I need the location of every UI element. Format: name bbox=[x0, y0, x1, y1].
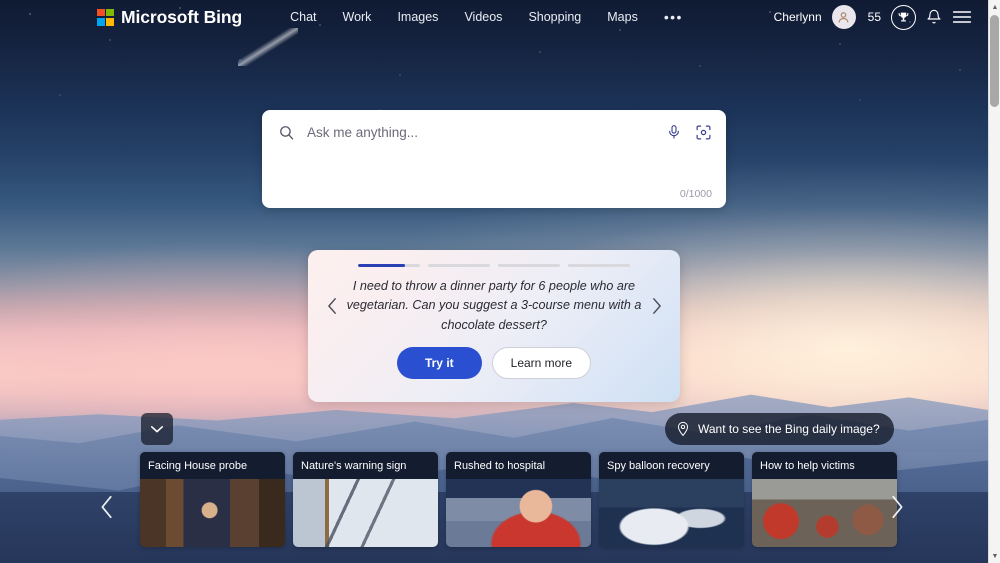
progress-segment-3[interactable] bbox=[498, 264, 560, 267]
suggestion-body: I need to throw a dinner party for 6 peo… bbox=[308, 267, 680, 345]
chevron-right-icon bbox=[892, 495, 903, 519]
hamburger-menu-icon bbox=[952, 11, 972, 23]
scroll-down-arrow-icon[interactable]: ▼ bbox=[989, 549, 1000, 563]
scrollbar-thumb[interactable] bbox=[990, 15, 999, 107]
avatar[interactable] bbox=[831, 5, 856, 29]
rewards-points-count: 55 bbox=[867, 10, 881, 24]
chevron-right-icon bbox=[652, 298, 661, 314]
top-navigation-bar: Microsoft Bing Chat Work Images Videos S… bbox=[0, 0, 988, 34]
news-card-title: Facing House probe bbox=[140, 452, 285, 479]
news-card[interactable]: Rushed to hospital bbox=[446, 452, 591, 547]
search-row bbox=[262, 110, 726, 154]
search-icon bbox=[278, 124, 295, 141]
news-card[interactable]: How to help victims bbox=[752, 452, 897, 547]
nav-item-work[interactable]: Work bbox=[343, 10, 372, 24]
notifications-button[interactable] bbox=[926, 9, 942, 25]
app-menu-button[interactable] bbox=[952, 9, 972, 25]
suggestion-next-button[interactable] bbox=[646, 297, 666, 315]
bell-icon bbox=[927, 9, 941, 24]
scroll-up-arrow-icon[interactable]: ▲ bbox=[989, 0, 1000, 14]
user-name-label: Cherlynn bbox=[773, 10, 822, 24]
chevron-left-icon bbox=[327, 298, 336, 314]
bing-logo-link[interactable]: Microsoft Bing bbox=[97, 7, 242, 28]
voice-search-button[interactable] bbox=[666, 124, 682, 140]
search-input[interactable] bbox=[307, 124, 666, 140]
news-card-title: Rushed to hospital bbox=[446, 452, 591, 479]
primary-nav: Chat Work Images Videos Shopping Maps ••… bbox=[290, 9, 683, 25]
progress-segment-4[interactable] bbox=[568, 264, 630, 267]
news-card[interactable]: Nature's warning sign bbox=[293, 452, 438, 547]
collapse-feed-button[interactable] bbox=[141, 413, 173, 445]
character-counter: 0/1000 bbox=[679, 188, 712, 200]
header-actions: Cherlynn 55 bbox=[773, 4, 972, 30]
try-it-button[interactable]: Try it bbox=[396, 347, 482, 379]
visual-search-button[interactable] bbox=[695, 124, 712, 141]
microsoft-logo-icon bbox=[97, 8, 114, 26]
news-prev-button[interactable] bbox=[90, 487, 124, 527]
nav-item-maps[interactable]: Maps bbox=[607, 10, 638, 24]
search-box[interactable]: 0/1000 bbox=[262, 110, 726, 208]
prompt-suggestion-card: I need to throw a dinner party for 6 peo… bbox=[308, 250, 680, 402]
suggestion-actions: Try it Learn more bbox=[308, 347, 680, 379]
suggestion-text: I need to throw a dinner party for 6 peo… bbox=[346, 278, 642, 332]
news-card-title: Spy balloon recovery bbox=[599, 452, 744, 479]
news-card-image bbox=[446, 479, 591, 547]
chevron-down-icon bbox=[150, 426, 164, 433]
nav-more-button[interactable]: ••• bbox=[664, 9, 683, 25]
news-card[interactable]: Spy balloon recovery bbox=[599, 452, 744, 547]
carousel-progress bbox=[308, 250, 680, 267]
daily-image-button[interactable]: Want to see the Bing daily image? bbox=[665, 413, 894, 445]
progress-segment-1[interactable] bbox=[358, 264, 420, 267]
news-next-button[interactable] bbox=[880, 487, 914, 527]
search-tools bbox=[666, 124, 712, 141]
learn-more-button[interactable]: Learn more bbox=[491, 347, 592, 379]
chevron-left-icon bbox=[101, 495, 112, 519]
person-avatar-icon bbox=[838, 11, 849, 23]
news-card-image bbox=[293, 479, 438, 547]
vertical-scrollbar[interactable]: ▲ ▼ bbox=[988, 0, 1000, 563]
nav-item-chat[interactable]: Chat bbox=[290, 10, 316, 24]
location-pin-icon bbox=[677, 421, 689, 437]
news-card-image bbox=[599, 479, 744, 547]
microphone-icon bbox=[669, 125, 679, 139]
news-card-image bbox=[752, 479, 897, 547]
daily-image-label: Want to see the Bing daily image? bbox=[698, 422, 880, 436]
rewards-button[interactable] bbox=[891, 4, 916, 30]
brand-title: Microsoft Bing bbox=[121, 6, 243, 27]
nav-item-images[interactable]: Images bbox=[397, 10, 438, 24]
progress-segment-2[interactable] bbox=[428, 264, 490, 267]
nav-item-shopping[interactable]: Shopping bbox=[528, 10, 581, 24]
news-carousel: Facing House probe Nature's warning sign… bbox=[140, 452, 897, 547]
suggestion-prev-button[interactable] bbox=[322, 297, 342, 315]
news-card-title: How to help victims bbox=[752, 452, 897, 479]
news-card-title: Nature's warning sign bbox=[293, 452, 438, 479]
trophy-icon bbox=[898, 12, 909, 21]
visual-search-camera-icon bbox=[696, 125, 711, 139]
news-card[interactable]: Facing House probe bbox=[140, 452, 285, 547]
bing-homepage: Microsoft Bing Chat Work Images Videos S… bbox=[0, 0, 1000, 563]
nav-item-videos[interactable]: Videos bbox=[464, 10, 502, 24]
news-card-image bbox=[140, 479, 285, 547]
